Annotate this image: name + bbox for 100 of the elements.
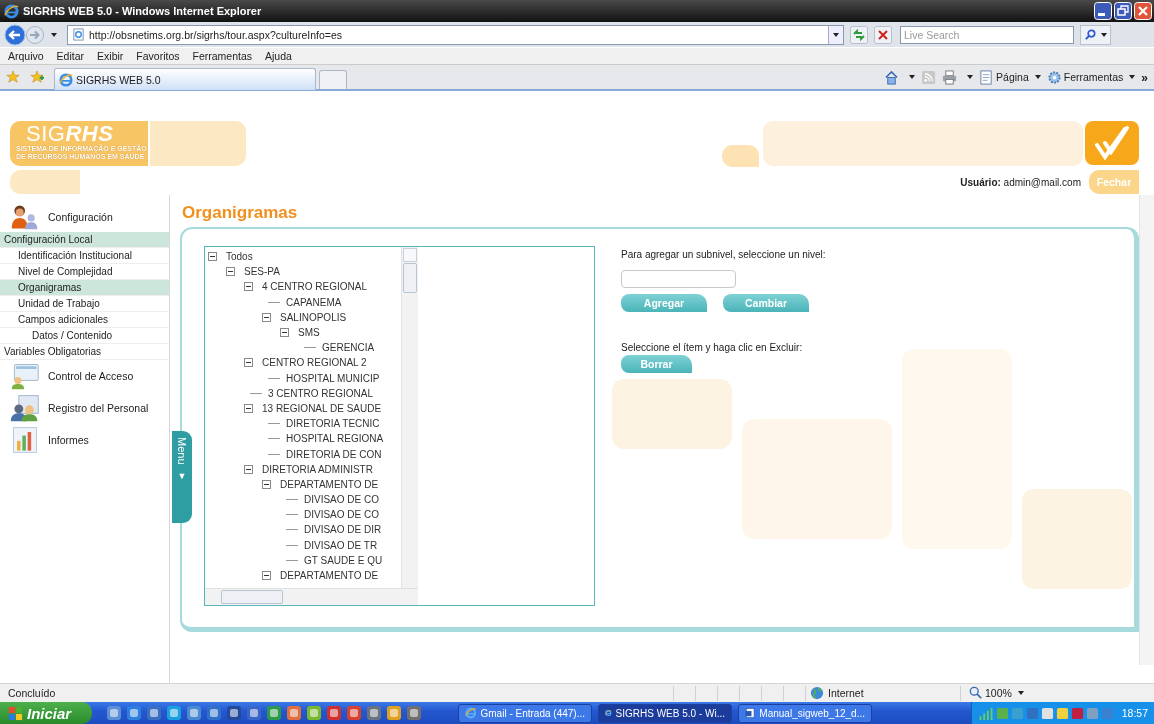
app-icon[interactable] — [126, 705, 142, 721]
caret-icon[interactable] — [51, 32, 57, 37]
app-icon[interactable] — [206, 705, 222, 721]
app-icon[interactable] — [286, 705, 302, 721]
scrollbar[interactable] — [401, 247, 418, 588]
tree-node[interactable]: 3 CENTRO REGIONAL — [268, 387, 374, 399]
caret-icon[interactable] — [967, 75, 974, 79]
app-icon[interactable] — [346, 705, 362, 721]
tree-node[interactable]: 4 CENTRO REGIONAL — [262, 281, 368, 293]
home-icon[interactable] — [884, 69, 900, 85]
sidebar-item[interactable]: Organigramas — [0, 280, 169, 296]
tree-node[interactable]: SMS — [298, 327, 320, 339]
tree-node[interactable]: DIRETORIA DE CON — [286, 448, 382, 460]
tray-icon[interactable] — [1040, 706, 1054, 720]
tree-node[interactable]: DIVISAO DE TR — [304, 539, 378, 551]
tree-node[interactable]: SALINOPOLIS — [280, 311, 347, 323]
caret-icon[interactable] — [909, 75, 916, 79]
menu-item[interactable]: Arquivo — [8, 50, 44, 62]
address-field[interactable]: http://obsnetims.org.br/sigrhs/tour.aspx?cultureInfo=es — [67, 24, 844, 45]
app-icon[interactable] — [186, 705, 202, 721]
menu-item[interactable]: Exibir — [97, 50, 124, 62]
collapse-icon[interactable] — [262, 312, 271, 322]
sidebar-section[interactable]: Control de Acceso — [48, 370, 134, 382]
app-icon[interactable] — [366, 705, 382, 721]
sidebar-item[interactable]: Configuración Local — [0, 232, 169, 248]
tree-node[interactable]: CENTRO REGIONAL 2 — [262, 357, 367, 369]
stop-icon[interactable] — [874, 25, 892, 44]
collapse-icon[interactable] — [244, 464, 253, 474]
app-icon[interactable] — [306, 705, 322, 721]
app-icon[interactable] — [226, 705, 242, 721]
tree-node[interactable]: HOSPITAL MUNICIP — [286, 372, 380, 384]
close-icon[interactable] — [1134, 2, 1152, 20]
collapse-icon[interactable] — [226, 267, 235, 277]
sidebar-section[interactable]: Informes — [48, 434, 89, 446]
tree-node[interactable]: DIVISAO DE CO — [304, 494, 379, 506]
sidebar-item[interactable]: Variables Obligatorias — [0, 344, 169, 360]
tree-node[interactable]: DIRETORIA ADMINISTR — [262, 463, 373, 475]
app-icon[interactable] — [166, 705, 182, 721]
sidebar-item[interactable]: Datos / Contenido — [0, 328, 169, 344]
menu-item[interactable]: Ajuda — [265, 50, 292, 62]
app-icon[interactable] — [246, 705, 262, 721]
menu-item[interactable]: Editar — [56, 50, 85, 62]
collapse-icon[interactable] — [244, 403, 253, 413]
app-icon[interactable] — [106, 705, 122, 721]
tree-node[interactable]: DIVISAO DE CO — [304, 509, 379, 521]
page-icon — [72, 28, 85, 41]
app-icon[interactable] — [266, 705, 282, 721]
zone-label: Internet — [828, 687, 864, 699]
more-button[interactable]: » — [1141, 70, 1148, 85]
app-icon[interactable] — [406, 705, 422, 721]
input-field[interactable] — [621, 270, 736, 288]
taskbar-button[interactable]: Manual_sigweb_12_d... — [738, 703, 872, 723]
tree-node[interactable]: SES-PA — [244, 266, 280, 278]
start-button[interactable]: Iniciar — [0, 702, 92, 724]
sidebar-section[interactable]: Registro del Personal — [48, 402, 149, 414]
back-icon[interactable] — [4, 23, 26, 46]
minimize-icon[interactable] — [1094, 2, 1112, 20]
print-icon[interactable] — [942, 69, 958, 85]
tree-node[interactable]: 13 REGIONAL DE SAUDE — [262, 402, 382, 414]
tree-node[interactable]: CAPANEMA — [286, 296, 342, 308]
app-icon[interactable] — [386, 705, 402, 721]
scrollbar[interactable] — [1139, 195, 1154, 665]
refresh-icon[interactable] — [850, 25, 868, 44]
collapse-icon[interactable] — [208, 252, 217, 262]
collapse-icon[interactable] — [280, 328, 289, 338]
restore-icon[interactable] — [1114, 2, 1132, 20]
app-icon[interactable] — [326, 705, 342, 721]
page-menu-button[interactable]: Página — [979, 69, 1041, 85]
taskbar-button[interactable]: Gmail - Entrada (447)... — [458, 703, 592, 723]
tree-node[interactable]: DIRETORIA TECNIC — [286, 418, 380, 430]
sidebar-item[interactable]: Campos adicionales — [0, 312, 169, 328]
star-icon[interactable] — [6, 70, 20, 84]
tree-node[interactable]: HOSPITAL REGIONA — [286, 433, 384, 445]
browser-icon — [4, 3, 19, 19]
collapse-icon[interactable] — [244, 282, 253, 292]
add-favorite-icon[interactable] — [30, 70, 44, 84]
tree-node[interactable]: GT SAUDE E QU — [304, 554, 383, 566]
menu-item[interactable]: Ferramentas — [192, 50, 253, 62]
browser-tab[interactable]: SIGRHS WEB 5.0 — [54, 68, 316, 90]
tree-node[interactable]: DIVISAO DE DIR — [304, 524, 382, 536]
tools-menu-button[interactable]: Ferramentas — [1046, 69, 1136, 85]
app-icon[interactable] — [146, 705, 162, 721]
collapse-icon[interactable] — [262, 479, 271, 489]
sidebar-section[interactable]: Configuración — [48, 211, 113, 223]
search-field[interactable]: Live Search — [900, 25, 1074, 44]
tree-node[interactable]: DEPARTAMENTO DE — [280, 478, 379, 490]
sidebar-item[interactable]: Unidad de Trabajo — [0, 296, 169, 312]
sidebar-item[interactable]: Identificación Institucional — [0, 248, 169, 264]
tray-icon[interactable] — [1055, 706, 1069, 720]
collapse-icon[interactable] — [262, 571, 271, 581]
scrollbar[interactable] — [205, 588, 418, 605]
zoom-button[interactable]: 100% — [960, 685, 1024, 701]
tree-node[interactable]: GERENCIA — [322, 342, 375, 354]
collapse-icon[interactable] — [244, 358, 253, 368]
menu-item[interactable]: Favoritos — [136, 50, 180, 62]
access-icon — [10, 362, 40, 390]
tree-node[interactable]: DEPARTAMENTO DE — [280, 570, 379, 582]
tree-node[interactable]: Todos — [226, 251, 253, 263]
search-button[interactable] — [1080, 24, 1111, 45]
taskbar-button[interactable]: SIGRHS WEB 5.0 - Wi... — [598, 703, 732, 723]
